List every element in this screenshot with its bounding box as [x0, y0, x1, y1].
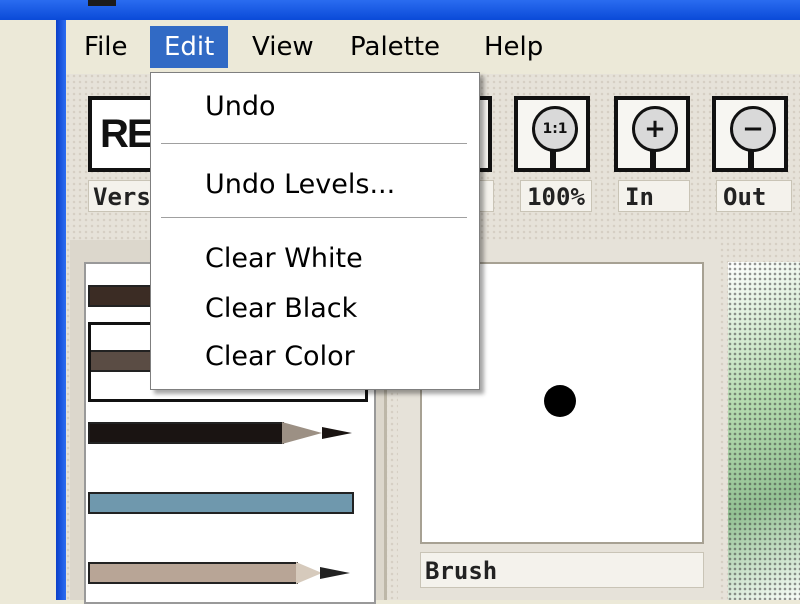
- menu-item-clear-white[interactable]: Clear White: [151, 239, 479, 279]
- menu-separator: [161, 217, 467, 219]
- pencil-tan-point: [320, 567, 350, 579]
- menu-help[interactable]: Help: [470, 26, 557, 68]
- zoom-in-button[interactable]: +: [614, 96, 690, 172]
- zoom-out-button[interactable]: −: [712, 96, 788, 172]
- zoom-out-label: Out: [716, 180, 792, 212]
- pencil-black-tip: [282, 422, 322, 444]
- pencil-tan[interactable]: [88, 562, 298, 584]
- magnifier-handle: [550, 150, 556, 168]
- pencil-black-point: [322, 427, 352, 439]
- menu-view[interactable]: View: [238, 26, 328, 68]
- zoom-out-icon: −: [730, 106, 776, 152]
- pencil-tan-tip: [296, 562, 322, 584]
- pencil-black[interactable]: [88, 422, 284, 444]
- menu-palette[interactable]: Palette: [336, 26, 454, 68]
- menu-edit[interactable]: Edit: [150, 26, 229, 68]
- version-label: Version: [88, 180, 152, 212]
- pencil-blue[interactable]: [88, 492, 354, 514]
- menu-item-clear-color[interactable]: Clear Color: [151, 337, 479, 377]
- edit-menu-dropdown: Undo Undo Levels... Clear White Clear Bl…: [150, 72, 480, 390]
- menu-item-clear-black[interactable]: Clear Black: [151, 289, 479, 329]
- brush-size-dot: [544, 385, 576, 417]
- zoom-100-button[interactable]: 1:1: [514, 96, 590, 172]
- magnifier-handle: [748, 150, 754, 168]
- logo-text: RE: [100, 112, 154, 156]
- zoom-actual-size-icon: 1:1: [532, 106, 578, 152]
- zoom-in-label: In: [618, 180, 690, 212]
- zoom-in-icon: +: [632, 106, 678, 152]
- drawing-canvas[interactable]: [728, 262, 800, 600]
- magnifier-handle: [650, 150, 656, 168]
- menu-bar: File Edit View Palette Help: [66, 20, 800, 72]
- menu-file[interactable]: File: [70, 26, 142, 68]
- logo-button[interactable]: RE: [88, 96, 158, 172]
- canvas-artwork: [728, 262, 800, 600]
- window-titlebar: [0, 0, 800, 20]
- menu-item-undo-levels[interactable]: Undo Levels...: [151, 165, 479, 205]
- brush-label: Brush: [420, 552, 704, 588]
- window-frame-left: [56, 20, 66, 600]
- zoom-100-label: 100%: [520, 180, 592, 212]
- window-icon: [88, 0, 116, 6]
- menu-item-undo[interactable]: Undo: [151, 87, 479, 127]
- menu-separator: [161, 143, 467, 145]
